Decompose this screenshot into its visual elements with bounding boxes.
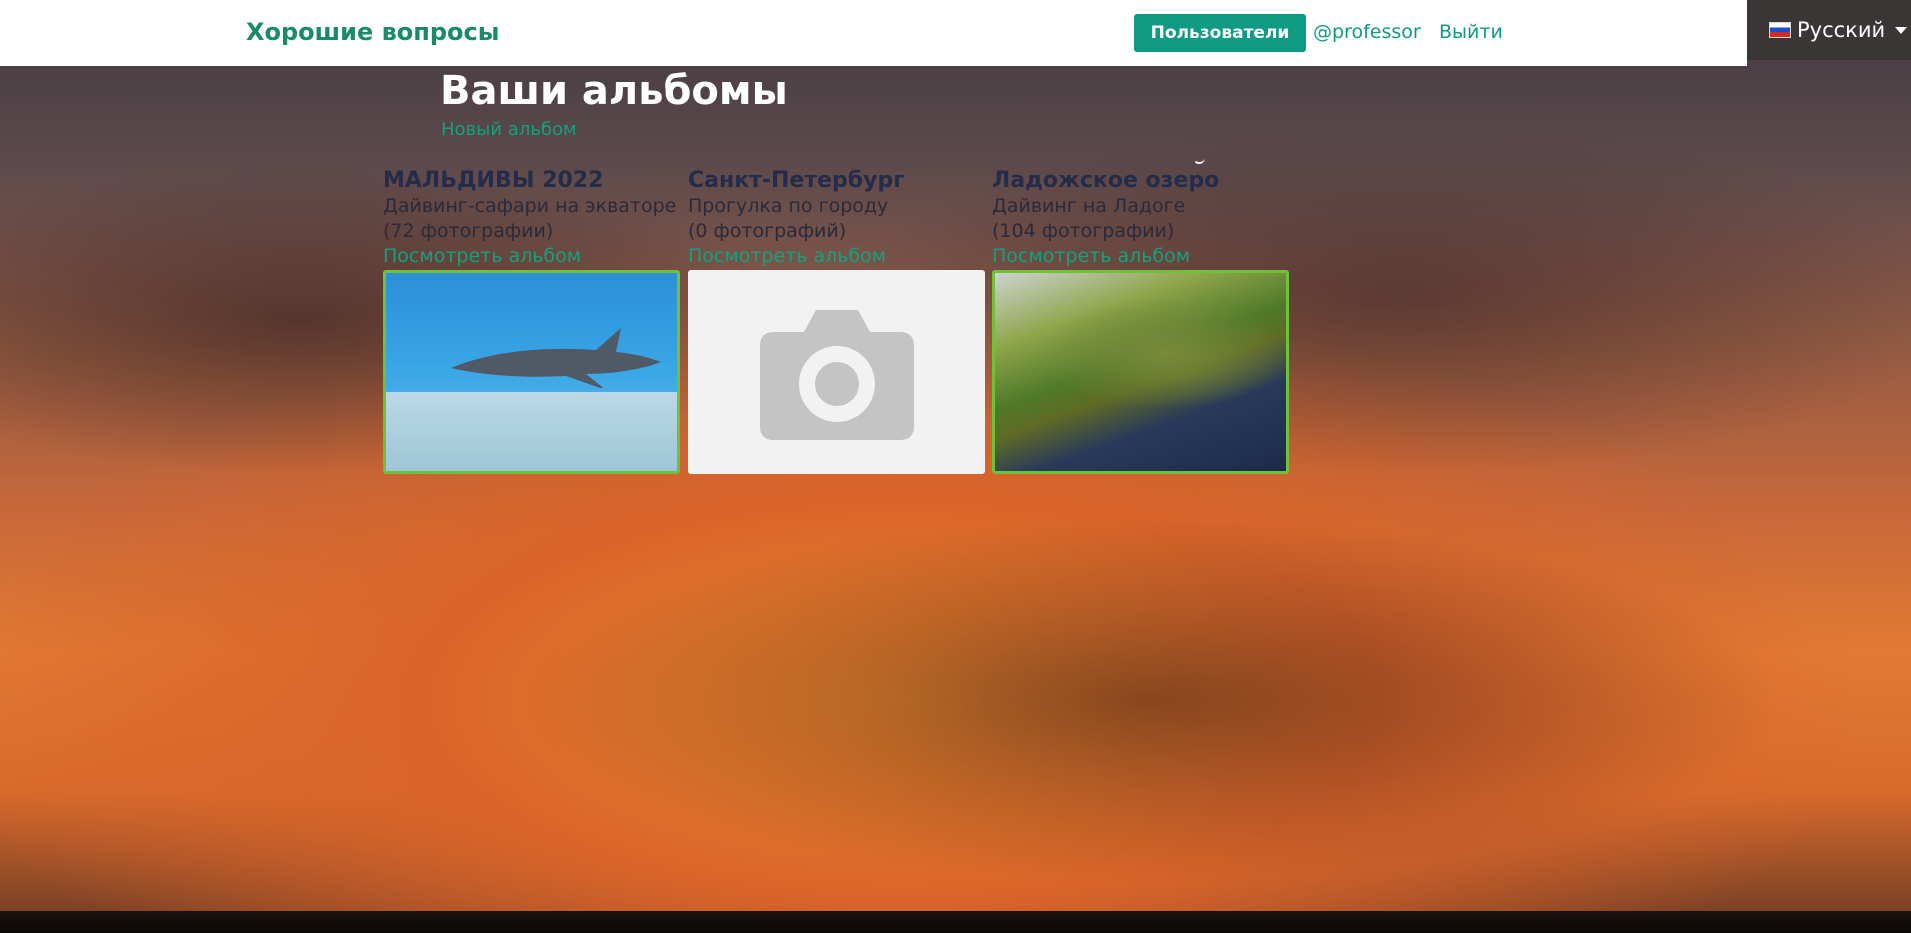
top-navbar: Хорошие вопросы Пользователи @professor …	[0, 0, 1747, 66]
album-card: Ладожское озеро Дайвинг на Ладоге (104 ф…	[992, 168, 1292, 474]
album-title: МАЛЬДИВЫ 2022	[383, 168, 604, 193]
language-selector[interactable]: Русский	[1747, 0, 1911, 60]
album-title: Ладожское озеро	[992, 168, 1220, 193]
album-card: Санкт-Петербург Прогулка по городу (0 фо…	[688, 168, 988, 474]
album-photo-count: (104 фотографии)	[992, 220, 1175, 242]
view-album-link[interactable]: Посмотреть альбом	[688, 244, 988, 269]
loading-spinner-icon	[1193, 152, 1205, 164]
view-album-link[interactable]: Посмотреть альбом	[992, 244, 1292, 269]
russia-flag-icon	[1769, 22, 1791, 38]
language-label: Русский	[1797, 18, 1886, 42]
username-link[interactable]: @professor	[1313, 21, 1421, 43]
logout-link[interactable]: Выйти	[1439, 21, 1503, 43]
shark-image	[451, 328, 661, 388]
view-album-link[interactable]: Посмотреть альбом	[383, 244, 683, 269]
background-horizon	[0, 911, 1911, 933]
album-thumbnail[interactable]	[992, 270, 1289, 474]
album-photo-count: (72 фотографии)	[383, 220, 554, 242]
brand-link[interactable]: Хорошие вопросы	[246, 18, 499, 46]
chevron-down-icon	[1895, 26, 1908, 34]
album-description: Дайвинг-сафари на экваторе	[383, 195, 677, 217]
album-photo-count: (0 фотографий)	[688, 220, 847, 242]
camera-placeholder-icon	[759, 310, 914, 440]
new-album-link[interactable]: Новый альбом	[441, 119, 577, 140]
album-thumbnail[interactable]	[383, 270, 680, 474]
album-description: Дайвинг на Ладоге	[992, 195, 1186, 217]
album-thumbnail[interactable]	[688, 270, 985, 474]
album-card: МАЛЬДИВЫ 2022 Дайвинг-сафари на экваторе…	[383, 168, 683, 474]
album-description: Прогулка по городу	[688, 195, 889, 217]
album-title: Санкт-Петербург	[688, 168, 905, 193]
users-button[interactable]: Пользователи	[1134, 14, 1306, 52]
page-title: Ваши альбомы	[440, 68, 788, 114]
